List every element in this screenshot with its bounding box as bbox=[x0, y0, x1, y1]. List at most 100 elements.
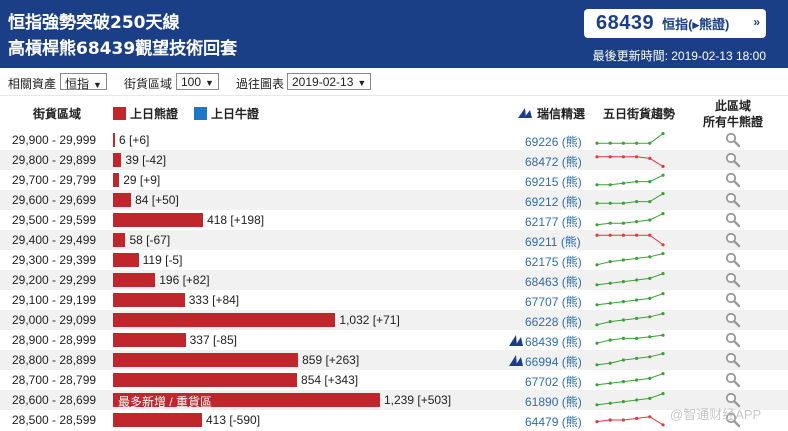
bear-volume-label: 119 [-5] bbox=[142, 253, 183, 267]
bear-volume-bar[interactable] bbox=[113, 233, 126, 247]
bear-volume-label: 418 [+198] bbox=[207, 213, 265, 227]
warrant-code-button[interactable]: 68439 恒指(▸熊證) » bbox=[584, 9, 766, 38]
magnifier-icon[interactable] bbox=[725, 252, 741, 268]
five-day-trend-sparkline bbox=[595, 252, 665, 267]
five-day-trend-sparkline bbox=[595, 192, 665, 205]
range-column-header: 街貨區域 bbox=[33, 107, 82, 121]
bear-volume-label: 84 [+50] bbox=[135, 193, 179, 207]
warrant-link[interactable]: 69212 (熊) bbox=[525, 193, 582, 210]
bear-volume-label: 39 [-42] bbox=[125, 153, 167, 167]
table-row: 29,600 - 29,699 84 [+50] 69212 (熊) bbox=[0, 190, 788, 210]
warrant-link[interactable]: 61890 (熊) bbox=[525, 393, 582, 410]
five-day-trend-sparkline bbox=[595, 132, 665, 145]
magnifier-icon[interactable] bbox=[725, 332, 741, 348]
magnifier-icon[interactable] bbox=[725, 152, 741, 168]
magnifier-icon[interactable] bbox=[725, 292, 741, 308]
table-row: 28,900 - 28,999 337 [-85] 68439 (熊) bbox=[0, 330, 788, 350]
five-day-trend-sparkline bbox=[595, 392, 665, 407]
bear-volume-bar[interactable] bbox=[113, 373, 298, 387]
table-row: 29,400 - 29,499 58 [-67] 69211 (熊) bbox=[0, 230, 788, 250]
warrant-link[interactable]: 68463 (熊) bbox=[525, 273, 582, 290]
magnifier-icon[interactable] bbox=[725, 212, 741, 228]
bull-legend-swatch bbox=[194, 107, 207, 120]
bear-volume-label: 196 [+82] bbox=[159, 273, 210, 287]
double-chevron-right-icon[interactable]: » bbox=[753, 15, 760, 29]
heaviest-zone-label: 最多新增 / 重貨區 bbox=[118, 395, 213, 409]
trend-column-header: 五日街貨趨勢 bbox=[603, 107, 676, 121]
range-cell: 29,400 - 29,499 bbox=[12, 233, 97, 247]
range-cell: 29,100 - 29,199 bbox=[12, 293, 97, 307]
all-warrants-header-line1: 此區域 bbox=[715, 99, 752, 113]
table-row: 29,200 - 29,299 196 [+82] 68463 (熊) bbox=[0, 270, 788, 290]
table-row: 28,700 - 28,799 854 [+343] 67702 (熊) bbox=[0, 370, 788, 390]
range-cell: 28,700 - 28,799 bbox=[12, 373, 97, 387]
page-title: 恒指強勢突破250天線 bbox=[8, 13, 180, 33]
last-update-time: 最後更新時間: 2019-02-13 18:00 bbox=[592, 49, 766, 63]
five-day-trend-sparkline bbox=[595, 155, 665, 168]
range-cell: 29,600 - 29,699 bbox=[12, 193, 97, 207]
table-header: 街貨區域 上日熊證 上日牛證 瑞信精選 五日街貨趨勢 此區域 所有牛熊證 bbox=[0, 96, 788, 130]
bear-legend-swatch bbox=[113, 107, 126, 120]
bear-volume-label: 333 [+84] bbox=[188, 293, 240, 307]
magnifier-icon[interactable] bbox=[725, 272, 741, 288]
warrant-link[interactable]: 67707 (熊) bbox=[525, 293, 582, 310]
bear-volume-bar[interactable] bbox=[113, 173, 120, 187]
five-day-trend-sparkline bbox=[595, 333, 665, 345]
five-day-trend-sparkline bbox=[595, 372, 665, 387]
magnifier-icon[interactable] bbox=[725, 352, 741, 368]
range-cell: 29,500 - 29,599 bbox=[12, 213, 97, 227]
table-row: 29,500 - 29,599 418 [+198] 62177 (熊) bbox=[0, 210, 788, 230]
magnifier-icon[interactable] bbox=[725, 172, 741, 188]
bear-volume-bar[interactable] bbox=[113, 273, 156, 287]
range-cell: 28,500 - 28,599 bbox=[12, 413, 97, 427]
magnifier-icon[interactable] bbox=[725, 232, 741, 248]
table-row: 29,000 - 29,099 1,032 [+71] 66228 (熊) bbox=[0, 310, 788, 330]
warrant-link[interactable]: 68439 (熊) bbox=[525, 333, 582, 350]
bear-volume-label: 1,032 [+71] bbox=[339, 313, 400, 327]
warrant-link[interactable]: 66994 (熊) bbox=[525, 353, 582, 370]
five-day-trend-sparkline bbox=[595, 312, 665, 327]
bear-volume-label: 6 [+6] bbox=[119, 133, 150, 147]
range-cell: 29,200 - 29,299 bbox=[12, 273, 97, 287]
five-day-trend-sparkline bbox=[595, 173, 665, 187]
history-label: 過往圖表 bbox=[236, 77, 285, 91]
magnifier-icon[interactable] bbox=[725, 192, 741, 208]
warrant-link[interactable]: 68472 (熊) bbox=[525, 153, 582, 170]
magnifier-icon[interactable] bbox=[725, 132, 741, 148]
caret-down-icon: ▼ bbox=[357, 78, 367, 88]
bear-volume-label: 854 [+343] bbox=[301, 373, 359, 387]
warrant-link[interactable]: 69226 (熊) bbox=[525, 133, 582, 150]
bear-volume-bar[interactable] bbox=[113, 213, 204, 227]
warrant-code-label: 恒指(▸熊證) bbox=[662, 17, 730, 32]
bear-volume-bar[interactable] bbox=[113, 153, 122, 167]
asset-select[interactable]: 恒指 ▼ bbox=[60, 73, 107, 91]
bear-volume-bar[interactable] bbox=[113, 193, 132, 207]
warrant-link[interactable]: 62175 (熊) bbox=[525, 253, 582, 270]
five-day-trend-sparkline bbox=[595, 415, 665, 427]
interval-label: 街貨區域 bbox=[124, 77, 173, 91]
magnifier-icon[interactable] bbox=[725, 372, 741, 388]
warrant-link[interactable]: 69215 (熊) bbox=[525, 173, 582, 190]
history-date-select[interactable]: 2019-02-13 ▼ bbox=[287, 73, 372, 90]
bear-volume-bar[interactable] bbox=[113, 333, 186, 347]
magnifier-icon[interactable] bbox=[725, 312, 741, 328]
warrant-link[interactable]: 69211 (熊) bbox=[525, 233, 581, 250]
bear-volume-bar[interactable] bbox=[113, 133, 115, 147]
bear-volume-bar[interactable] bbox=[113, 313, 336, 327]
warrant-link[interactable]: 62177 (熊) bbox=[525, 213, 582, 230]
bear-legend: 上日熊證 bbox=[113, 105, 178, 122]
table-row: 28,800 - 28,899 859 [+263] 66994 (熊) bbox=[0, 350, 788, 370]
range-cell: 28,800 - 28,899 bbox=[12, 353, 97, 367]
warrant-link[interactable]: 67702 (熊) bbox=[525, 373, 582, 390]
interval-select[interactable]: 100 ▼ bbox=[176, 73, 219, 90]
bear-volume-bar[interactable] bbox=[113, 293, 185, 307]
bear-volume-label: 337 [-85] bbox=[189, 333, 237, 347]
bear-volume-bar[interactable] bbox=[113, 353, 299, 367]
pick-column-header: 瑞信精選 bbox=[517, 105, 585, 122]
bear-volume-bar[interactable] bbox=[113, 253, 139, 267]
warrant-link[interactable]: 66228 (熊) bbox=[525, 313, 582, 330]
warrant-link[interactable]: 64479 (熊) bbox=[525, 413, 582, 430]
bear-volume-bar[interactable] bbox=[113, 413, 202, 427]
range-cell: 29,800 - 29,899 bbox=[12, 153, 97, 167]
range-cell: 29,900 - 29,999 bbox=[12, 133, 97, 147]
